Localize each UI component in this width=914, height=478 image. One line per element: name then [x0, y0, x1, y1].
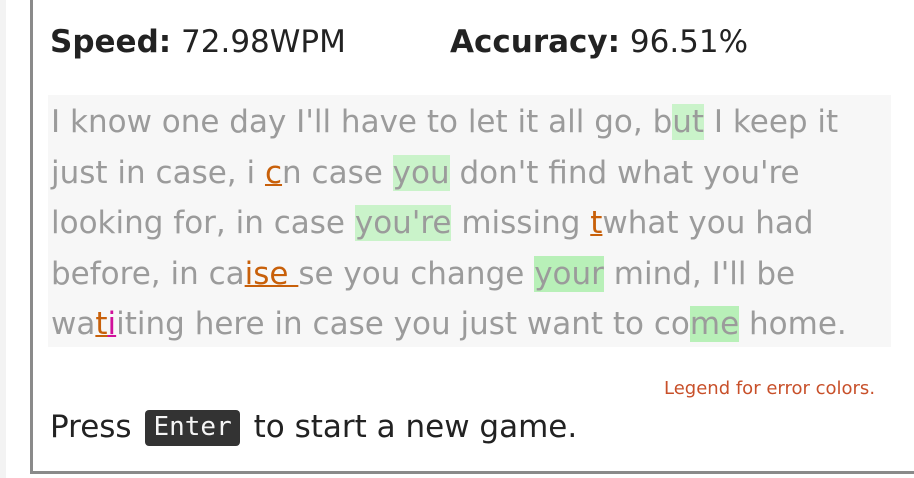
passage-segment: just in case, i [51, 154, 265, 191]
error-segment: ise [244, 255, 299, 292]
passage-segment: looking for, in case [51, 205, 355, 241]
correct-segment: ut [672, 104, 705, 140]
error-segment: t [590, 205, 603, 241]
error-segment: c [264, 154, 283, 191]
error-legend-link[interactable]: Legend for error colors. [664, 378, 875, 399]
passage-line: looking for, in case you're missing twha… [51, 198, 847, 249]
passage-segment: I keep it [704, 104, 839, 140]
error-segment: t [95, 306, 108, 342]
passage-segment: home. [739, 306, 847, 342]
typed-passage: I know one day I'll have to let it all g… [48, 95, 891, 347]
speed-label: Speed: [50, 24, 172, 60]
error-segment: i [107, 306, 117, 342]
passage-segment: iting here in case you just want to co [116, 306, 690, 342]
passage-line: before, in caise se you change your mind… [51, 249, 847, 300]
passage-segment: mind, I'll be [603, 255, 796, 292]
passage-segment: n case [282, 154, 393, 191]
passage-segment: I know one day I'll have to let it all g… [51, 104, 673, 140]
correct-segment: you're [354, 205, 452, 241]
passage-lines: I know one day I'll have to let it all g… [51, 97, 847, 350]
prompt-rest-text: to start a new game. [253, 409, 578, 445]
passage-segment: missing [451, 205, 591, 241]
passage-line: I know one day I'll have to let it all g… [51, 97, 847, 148]
passage-segment: se you change [298, 255, 535, 292]
passage-segment: before, in ca [51, 255, 245, 292]
accuracy-label: Accuracy: [450, 24, 621, 60]
accuracy-value: 96.51% [629, 24, 749, 60]
prompt-press-text: Press [50, 409, 132, 445]
restart-prompt: Press Enter to start a new game. [50, 409, 577, 446]
stats-bar: Speed: 72.98WPM Accuracy: 96.51% [50, 24, 748, 60]
passage-line: just in case, i cn case you don't find w… [51, 148, 847, 199]
accuracy-group: Accuracy: 96.51% [450, 24, 748, 60]
passage-segment: wa [51, 306, 96, 342]
passage-segment: don't find what you're [449, 154, 800, 191]
correct-segment: your [534, 255, 604, 292]
enter-key-badge[interactable]: Enter [145, 410, 240, 446]
passage-segment: what you had [602, 205, 814, 241]
passage-line: watiiting here in case you just want to … [51, 299, 847, 350]
correct-segment: you [392, 154, 450, 191]
correct-segment: me [689, 306, 740, 342]
speed-value: 72.98WPM [181, 24, 346, 60]
window-left-edge [0, 0, 6, 478]
